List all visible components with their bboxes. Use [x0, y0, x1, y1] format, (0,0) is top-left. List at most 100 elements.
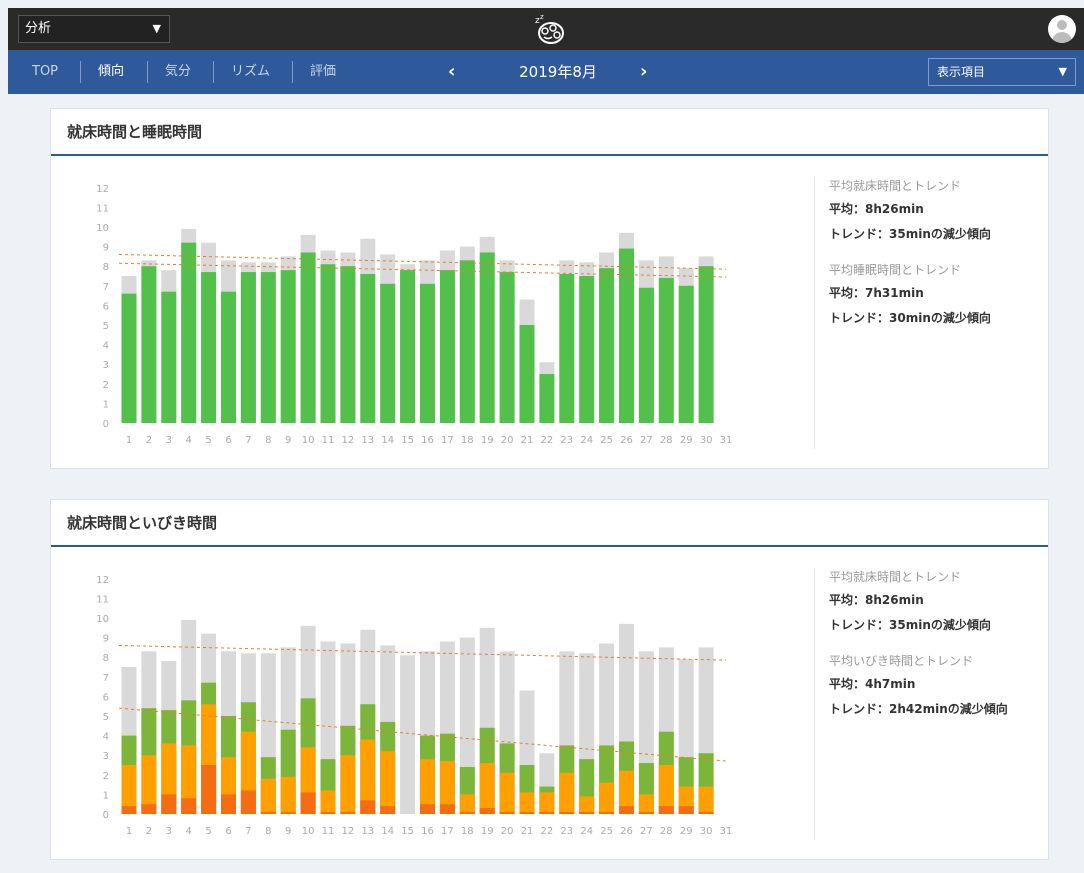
bar: [698, 812, 714, 814]
bed-sleep-chart: 01234567891011121 2 3 4 5 6 7 8 9 10 11 12 13 14 15 16 1…: [96, 184, 732, 446]
tab-evaluation[interactable]: 評価: [310, 50, 336, 94]
x-tick-label: 3: [166, 435, 172, 446]
bar: [280, 812, 296, 814]
x-tick-label: 17: [441, 435, 454, 446]
y-tick-label: 3: [103, 360, 109, 371]
bar: [539, 792, 555, 814]
user-avatar-icon[interactable]: [1048, 15, 1076, 43]
bar: [400, 655, 416, 814]
bar: [260, 778, 276, 814]
bar: [599, 782, 615, 814]
x-tick-label: 30: [700, 435, 713, 446]
bar: [678, 806, 694, 814]
tab-trend[interactable]: 傾向: [98, 50, 124, 94]
x-tick-label: 24: [580, 435, 593, 446]
bar: [141, 266, 157, 423]
y-tick-label: 5: [103, 321, 109, 332]
y-tick-label: 12: [96, 575, 109, 586]
x-tick-label: 22: [541, 826, 554, 837]
x-tick-label: 19: [481, 435, 494, 446]
x-tick-label: 18: [461, 435, 474, 446]
bar: [360, 274, 376, 423]
bar: [479, 763, 495, 814]
x-tick-label: 27: [640, 826, 653, 837]
bar: [658, 806, 674, 814]
stat-value: 平均：8h26min: [829, 202, 924, 216]
bar: [240, 790, 256, 814]
x-tick-label: 15: [401, 435, 414, 446]
stat-value: トレンド：35minの減少傾向: [829, 227, 991, 241]
y-tick-label: 9: [103, 634, 109, 645]
x-tick-label: 11: [322, 435, 335, 446]
x-tick-label: 6: [225, 826, 231, 837]
bar: [638, 794, 654, 814]
x-tick-label: 24: [580, 826, 593, 837]
display-items-select[interactable]: 表示項目 ▼: [928, 58, 1076, 86]
x-tick-label: 9: [285, 826, 291, 837]
bar: [221, 291, 236, 423]
bed-snore-chart: 01234567891011121 2 3 4 5 6 7 8 9 10 11 12 13 14 15 16 1…: [96, 575, 732, 837]
bar: [340, 266, 356, 423]
stat-label: 平均睡眠時間とトレンド: [829, 263, 962, 277]
y-tick-label: 5: [103, 712, 109, 723]
y-tick-label: 4: [103, 732, 109, 743]
prev-month-arrow-icon[interactable]: ‹: [448, 50, 455, 94]
bar: [121, 806, 137, 814]
x-tick-label: 5: [205, 826, 211, 837]
x-tick-label: 13: [361, 826, 374, 837]
x-tick-label: 2: [146, 435, 152, 446]
x-tick-label: 21: [521, 826, 534, 837]
x-tick-label: 26: [620, 435, 633, 446]
tab-rhythm[interactable]: リズム: [231, 50, 270, 94]
stat-value: トレンド：2h42minの減少傾向: [829, 702, 1008, 716]
x-tick-label: 28: [660, 826, 673, 837]
bar: [519, 792, 535, 814]
x-tick-label: 23: [560, 435, 573, 446]
chevron-down-icon: ▼: [152, 22, 161, 35]
y-tick-label: 3: [103, 751, 109, 762]
bed-snore-stats: 平均就床時間とトレンド 平均：8h26min トレンド：35minの減少傾向 平…: [829, 566, 1039, 722]
menu-select[interactable]: 分析 ▼: [18, 15, 170, 43]
bar: [201, 272, 217, 423]
x-tick-label: 16: [421, 435, 434, 446]
sleeping-sheep-logo-icon: z z: [535, 13, 564, 44]
bar: [141, 804, 157, 814]
bar: [280, 270, 296, 423]
tab-mood[interactable]: 気分: [165, 50, 191, 94]
bar: [280, 776, 296, 814]
bar: [499, 772, 515, 814]
x-tick-label: 9: [285, 435, 291, 446]
bar: [340, 812, 356, 814]
bar: [499, 272, 515, 423]
y-tick-label: 11: [96, 203, 109, 214]
x-tick-label: 7: [245, 826, 251, 837]
bar: [181, 798, 197, 814]
y-tick-label: 7: [103, 282, 109, 293]
stat-value: 平均：7h31min: [829, 286, 924, 300]
x-tick-label: 23: [560, 826, 573, 837]
bar: [678, 285, 694, 423]
y-tick-label: 0: [103, 810, 109, 821]
y-tick-label: 8: [103, 653, 109, 664]
bar: [559, 812, 575, 814]
next-month-arrow-icon[interactable]: ›: [640, 50, 647, 94]
bar: [439, 804, 455, 814]
x-tick-label: 29: [680, 826, 693, 837]
bar: [420, 804, 435, 814]
bar: [559, 274, 575, 423]
bed-snore-panel: 就床時間といびき時間 0 1 2 3 4 5 6 7 8 9 10 11 12 1 2 3 4 5 6 7 8 9 10 11…: [50, 499, 1049, 860]
tab-top[interactable]: TOP: [32, 50, 58, 94]
bar: [439, 270, 455, 423]
y-tick-label: 4: [103, 341, 109, 352]
x-tick-label: 15: [401, 826, 414, 837]
stat-value: 平均：4h7min: [829, 677, 916, 691]
x-tick-label: 12: [342, 826, 355, 837]
bar: [260, 812, 276, 814]
x-tick-label: 10: [302, 826, 315, 837]
stat-value: トレンド：35minの減少傾向: [829, 618, 991, 632]
stat-label: 平均就床時間とトレンド: [829, 570, 962, 584]
panel-title: 就床時間といびき時間: [51, 500, 1048, 547]
y-tick-label: 10: [96, 223, 109, 234]
x-tick-label: 28: [660, 435, 673, 446]
bar: [519, 812, 535, 814]
